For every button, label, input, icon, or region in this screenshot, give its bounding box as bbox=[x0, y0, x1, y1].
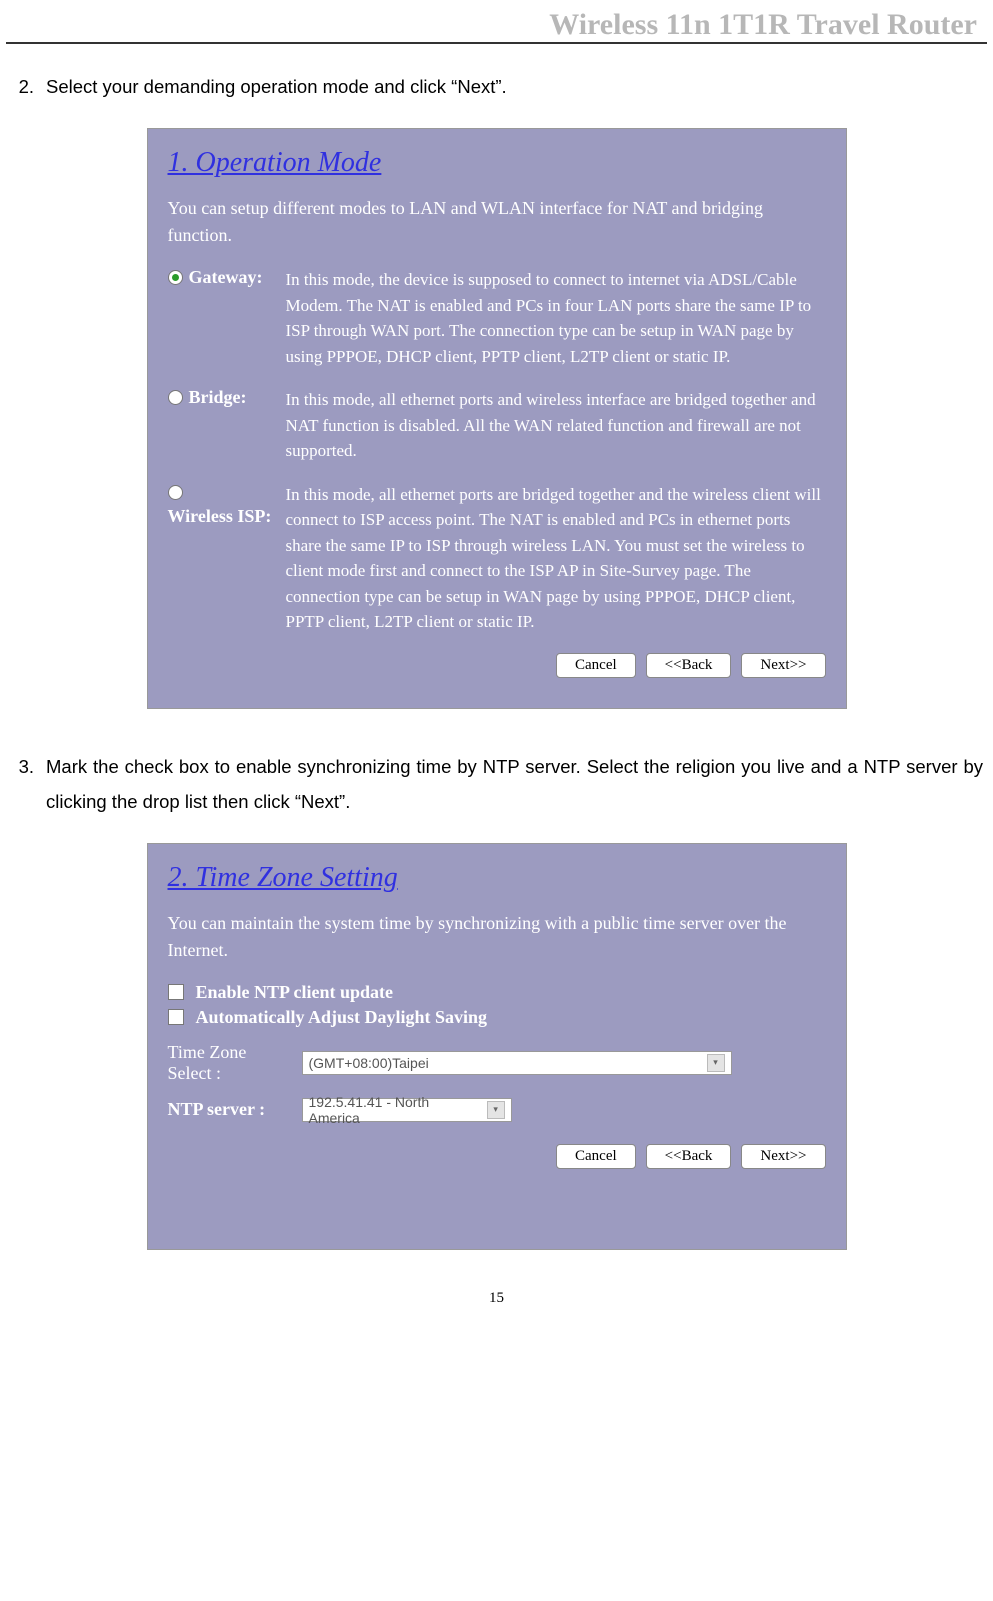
step-3-text: Mark the check box to enable synchronizi… bbox=[46, 749, 983, 819]
time-zone-intro: You can maintain the system time by sync… bbox=[168, 910, 826, 964]
radio-gateway[interactable] bbox=[168, 270, 183, 285]
step-2-number: 2. bbox=[10, 69, 46, 104]
operation-mode-heading: 1. Operation Mode bbox=[168, 147, 826, 179]
mode-row-wisp: Wireless ISP: In this mode, all ethernet… bbox=[168, 482, 826, 635]
operation-mode-button-row: Cancel <<Back Next>> bbox=[168, 653, 826, 678]
step-2: 2. Select your demanding operation mode … bbox=[10, 69, 983, 104]
cancel-button[interactable]: Cancel bbox=[556, 653, 636, 678]
timezone-select[interactable]: (GMT+08:00)Taipei ▾ bbox=[302, 1051, 732, 1075]
checkbox-enable-ntp[interactable] bbox=[168, 984, 184, 1000]
mode-label-wisp: Wireless ISP: bbox=[168, 506, 272, 527]
operation-mode-panel: 1. Operation Mode You can setup differen… bbox=[147, 128, 847, 709]
cancel-button[interactable]: Cancel bbox=[556, 1144, 636, 1169]
radio-wisp[interactable] bbox=[168, 485, 183, 500]
checkbox-label-ntp: Enable NTP client update bbox=[196, 982, 394, 1003]
form-row-ntp-server: NTP server : 192.5.41.41 - North America… bbox=[168, 1098, 826, 1122]
time-zone-heading: 2. Time Zone Setting bbox=[168, 862, 826, 894]
back-button[interactable]: <<Back bbox=[646, 653, 732, 678]
page-header-title: Wireless 11n 1T1R Travel Router bbox=[6, 0, 987, 44]
ntp-server-select[interactable]: 192.5.41.41 - North America ▾ bbox=[302, 1098, 512, 1122]
next-button[interactable]: Next>> bbox=[741, 1144, 825, 1169]
checkbox-label-dst: Automatically Adjust Daylight Saving bbox=[196, 1007, 488, 1028]
time-zone-button-row: Cancel <<Back Next>> bbox=[168, 1144, 826, 1169]
ntp-server-label: NTP server : bbox=[168, 1099, 288, 1120]
mode-label-bridge: Bridge: bbox=[189, 387, 247, 408]
chevron-down-icon: ▾ bbox=[487, 1101, 505, 1119]
step-3-number: 3. bbox=[10, 749, 46, 819]
back-button[interactable]: <<Back bbox=[646, 1144, 732, 1169]
checkbox-auto-dst[interactable] bbox=[168, 1009, 184, 1025]
page-number: 15 bbox=[0, 1290, 993, 1307]
timezone-label: Time Zone Select : bbox=[168, 1042, 288, 1084]
mode-desc-gateway: In this mode, the device is supposed to … bbox=[286, 267, 826, 369]
mode-row-bridge: Bridge: In this mode, all ethernet ports… bbox=[168, 387, 826, 464]
timezone-select-value: (GMT+08:00)Taipei bbox=[309, 1055, 429, 1071]
time-zone-panel: 2. Time Zone Setting You can maintain th… bbox=[147, 843, 847, 1250]
next-button[interactable]: Next>> bbox=[741, 653, 825, 678]
step-2-text: Select your demanding operation mode and… bbox=[46, 69, 983, 104]
mode-desc-bridge: In this mode, all ethernet ports and wir… bbox=[286, 387, 826, 464]
step-3: 3. Mark the check box to enable synchron… bbox=[10, 749, 983, 819]
ntp-server-select-value: 192.5.41.41 - North America bbox=[309, 1094, 481, 1126]
mode-desc-wisp: In this mode, all ethernet ports are bri… bbox=[286, 482, 826, 635]
checkbox-row-dst: Automatically Adjust Daylight Saving bbox=[168, 1007, 826, 1028]
operation-mode-intro: You can setup different modes to LAN and… bbox=[168, 195, 826, 249]
mode-label-gateway: Gateway: bbox=[189, 267, 263, 288]
checkbox-row-ntp: Enable NTP client update bbox=[168, 982, 826, 1003]
chevron-down-icon: ▾ bbox=[707, 1054, 725, 1072]
radio-bridge[interactable] bbox=[168, 390, 183, 405]
mode-row-gateway: Gateway: In this mode, the device is sup… bbox=[168, 267, 826, 369]
form-row-timezone: Time Zone Select : (GMT+08:00)Taipei ▾ bbox=[168, 1042, 826, 1084]
